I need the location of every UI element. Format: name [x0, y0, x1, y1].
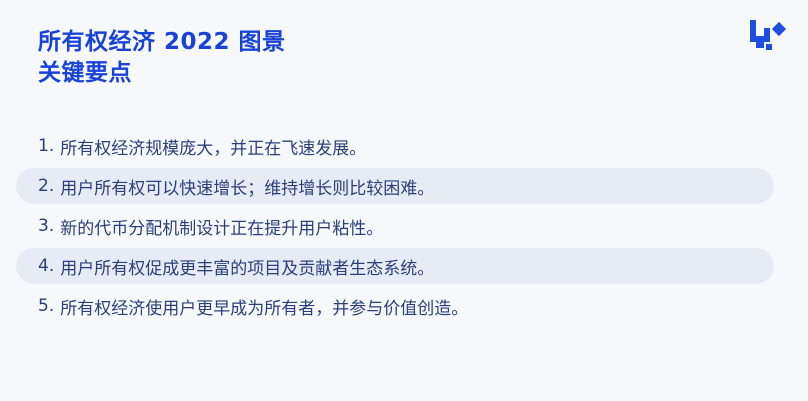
point-text: 所有权经济使用户更早成为所有者，并参与价值创造。: [60, 298, 469, 319]
key-points-list: 1. 所有权经济规模庞大，并正在飞速发展。 2. 用户所有权可以快速增长；维持增…: [16, 128, 774, 328]
point-text: 所有权经济规模庞大，并正在飞速发展。: [60, 138, 367, 159]
key-point-2: 2. 用户所有权可以快速增长；维持增长则比较困难。: [16, 168, 774, 204]
key-point-5: 5. 所有权经济使用户更早成为所有者，并参与价值创造。: [16, 288, 774, 324]
key-point-1: 1. 所有权经济规模庞大，并正在飞速发展。: [16, 128, 774, 164]
point-text: 用户所有权促成更丰富的项目及贡献者生态系统。: [60, 258, 435, 279]
point-number: 2.: [38, 176, 55, 196]
slide: 所有权经济 2022 图景 关键要点 1. 所有权经济规模庞大，并正在飞速发展。…: [0, 0, 808, 401]
point-number: 5.: [38, 296, 55, 316]
title-line-2: 关键要点: [38, 60, 132, 86]
slide-title: 所有权经济 2022 图景 关键要点: [38, 27, 286, 89]
key-point-3: 3. 新的代币分配机制设计正在提升用户粘性。: [16, 208, 774, 244]
point-text: 新的代币分配机制设计正在提升用户粘性。: [60, 218, 384, 239]
key-point-4: 4. 用户所有权促成更丰富的项目及贡献者生态系统。: [16, 248, 774, 284]
point-number: 3.: [38, 216, 55, 236]
point-number: 4.: [38, 256, 55, 276]
brand-logo-icon: [750, 20, 787, 50]
point-text: 用户所有权可以快速增长；维持增长则比较困难。: [60, 178, 435, 199]
point-number: 1.: [38, 136, 55, 156]
title-line-1: 所有权经济 2022 图景: [38, 29, 286, 55]
